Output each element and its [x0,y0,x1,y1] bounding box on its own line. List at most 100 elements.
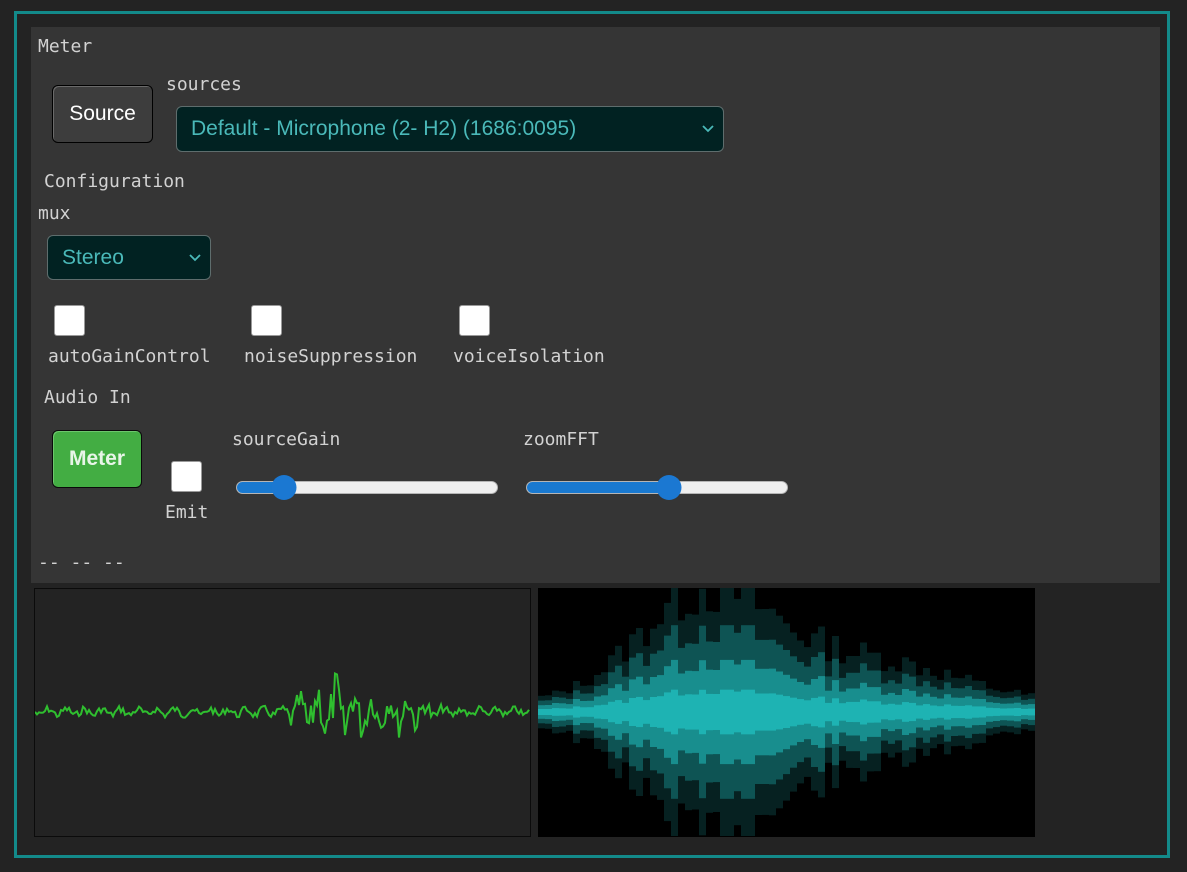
spectrum-band [853,701,860,723]
spectrum-band [657,696,664,728]
spectrum-band [538,709,545,715]
chevron-down-icon [702,125,714,133]
waveform-plot [34,671,530,738]
spectrum-canvas [538,588,1035,837]
spectrum-band [706,693,713,731]
spectrum-band [671,689,678,735]
status-text: -- -- -- [38,552,125,573]
spectrum-band [601,704,608,720]
source-gain-label: sourceGain [232,429,341,450]
slider-thumb[interactable] [656,475,682,500]
slider-fill [527,482,670,493]
spectrum-band [986,707,993,717]
spectrum-band [909,702,916,722]
spectrum-band [1021,708,1028,716]
spectrum-band [692,694,699,730]
spectrum-band [748,689,755,735]
waveform-canvas [34,588,531,837]
auto-gain-control-label: autoGainControl [48,346,211,367]
voice-isolation-checkbox[interactable] [459,305,490,336]
spectrum-band [636,696,643,728]
spectrum-band [1007,708,1014,716]
spectrum-band [755,693,762,731]
spectrum-band [573,706,580,718]
spectrum-band [881,704,888,720]
zoom-fft-label: zoomFFT [523,429,599,450]
source-button[interactable]: Source [52,85,153,143]
sources-select-value: Default - Microphone (2- H2) (1686:0095) [191,117,577,140]
spectrum-band [958,705,965,719]
spectrum-band [951,705,958,719]
configuration-label: Configuration [44,171,185,192]
spectrum-band [734,691,741,733]
spectrum-band [874,701,881,723]
zoom-fft-slider[interactable] [526,474,788,500]
spectrum-band [790,697,797,727]
spectrum-band [846,701,853,722]
meter-button[interactable]: Meter [52,430,142,488]
waveform-line [34,671,530,738]
spectrum-band [629,698,636,726]
spectrum-band [762,693,769,731]
spectrum-band [811,697,818,727]
spectrum-band [685,694,692,730]
spectrum-band [769,693,776,731]
mux-select-value: Stereo [62,245,124,269]
spectrum-band [888,703,895,721]
spectrum-band [678,695,685,729]
spectrum-band [797,699,804,725]
spectrum-band [545,709,552,715]
spectrum-band [923,704,930,720]
spectrum-band [643,700,650,724]
spectrum-band [566,708,573,716]
voice-isolation-label: voiceIsolation [453,346,605,367]
spectrum-band [713,694,720,730]
spectrum-band [895,704,902,720]
spectrum-band [727,689,734,735]
meter-title: Meter [38,36,93,57]
spectrum-band [664,692,671,732]
spectrum-band [587,707,594,717]
spectrum-band [965,705,972,719]
spectrum-band [699,689,706,735]
spectrum-band [741,689,748,735]
spectrum-band [993,708,1000,716]
spectrum-band [818,696,825,728]
spectrum-band [979,706,986,718]
spectrum-band [1028,708,1035,716]
spectrum-band [608,701,615,723]
spectrum-band [559,708,566,716]
spectrum-band [783,696,790,728]
spectrum-band [720,689,727,735]
spectrum-band [650,697,657,727]
sources-label: sources [166,74,242,95]
sources-select[interactable]: Default - Microphone (2- H2) (1686:0095) [176,106,724,152]
noise-suppression-label: noiseSuppression [244,346,418,367]
spectrum-band [930,705,937,719]
spectrum-band [825,702,832,722]
spectrum-band [944,704,951,720]
emit-checkbox[interactable] [171,461,202,492]
spectrum-band [615,700,622,724]
spectrum-band [916,705,923,719]
spectrum-band [902,702,909,722]
auto-gain-control-checkbox[interactable] [54,305,85,336]
slider-thumb[interactable] [271,475,297,500]
emit-label: Emit [165,502,209,523]
source-gain-slider[interactable] [236,474,498,500]
spectrum-band [1014,708,1021,716]
spectrum-band [972,706,979,718]
spectrum-band [867,701,874,723]
spectrum-band [622,702,629,722]
spectrum-band [594,705,601,719]
mux-label: mux [38,203,71,224]
spectrum-band [776,694,783,730]
noise-suppression-checkbox[interactable] [251,305,282,336]
spectrum-plot [538,588,1035,836]
audio-in-label: Audio In [44,387,131,408]
spectrum-band [839,703,846,721]
spectrum-band [860,699,867,725]
mux-select[interactable]: Stereo [47,235,211,280]
spectrum-band [832,698,839,726]
spectrum-band [937,706,944,718]
